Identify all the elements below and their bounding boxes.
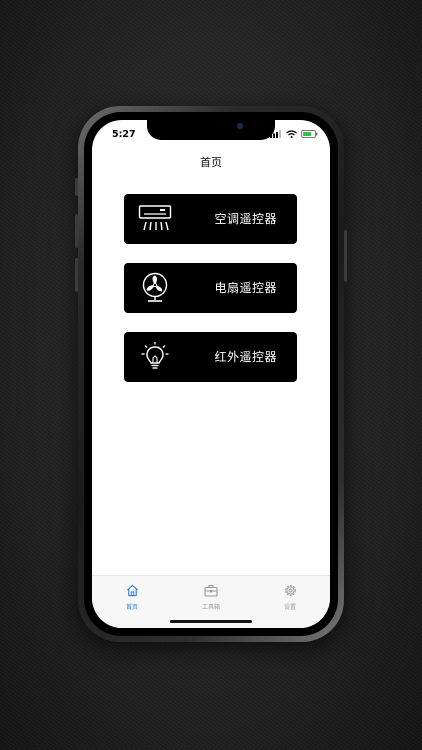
notch <box>147 120 275 140</box>
tab-bar: 首页 工具箱 设置 <box>92 575 330 628</box>
tab-home[interactable]: 首页 <box>102 582 162 611</box>
light-bulb-icon <box>141 342 169 369</box>
tab-settings-label: 设置 <box>283 604 296 611</box>
tab-home-label: 首页 <box>125 604 138 611</box>
battery-icon <box>301 130 318 138</box>
status-icons <box>270 130 318 138</box>
fan-remote-label: 电扇遥控器 <box>214 281 277 295</box>
home-indicator <box>170 620 252 623</box>
air-conditioner-remote-card[interactable]: 空调遥控器 <box>124 194 297 244</box>
gear-icon <box>284 585 296 596</box>
wifi-icon <box>286 130 297 138</box>
fan-icon <box>142 272 168 302</box>
infrared-remote-label: 红外遥控器 <box>214 350 277 364</box>
signal-icon <box>270 130 281 138</box>
tab-toolbox[interactable]: 工具箱 <box>181 582 241 611</box>
status-time: 5:27 <box>112 129 136 140</box>
home-icon <box>126 584 138 597</box>
volume-up-button <box>75 214 78 248</box>
fan-remote-card[interactable]: 电扇遥控器 <box>124 263 297 313</box>
page-title: 首页 <box>200 156 222 169</box>
mute-switch <box>75 178 78 196</box>
infrared-remote-card[interactable]: 红外遥控器 <box>124 332 297 382</box>
air-conditioner-remote-label: 空调遥控器 <box>214 212 277 226</box>
air-conditioner-icon <box>138 205 172 231</box>
toolbox-icon <box>204 584 218 597</box>
tab-toolbox-label: 工具箱 <box>201 604 220 611</box>
tab-settings[interactable]: 设置 <box>260 582 320 611</box>
front-camera <box>237 123 243 129</box>
app-screen: 5:27 首页 空调遥控器 电扇遥控器 红外遥控器 首页 工具箱 设置 <box>92 120 330 628</box>
power-button <box>344 230 347 282</box>
volume-down-button <box>75 258 78 292</box>
